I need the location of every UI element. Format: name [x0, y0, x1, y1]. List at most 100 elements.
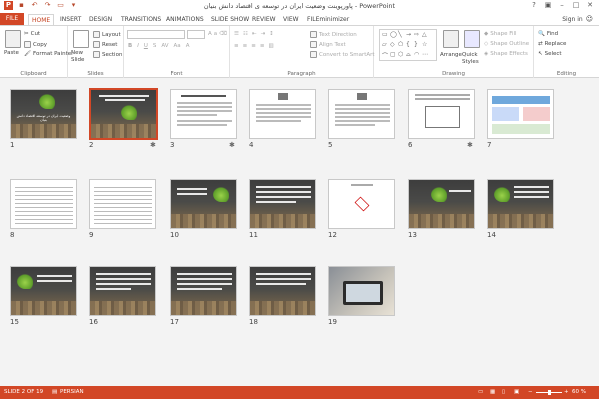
- slide-sorter-view-icon[interactable]: ▦: [490, 389, 495, 395]
- smiley-feedback-icon[interactable]: ☺: [586, 15, 593, 23]
- underline-icon[interactable]: U: [144, 43, 148, 49]
- copy-button[interactable]: Copy: [24, 41, 47, 48]
- quick-styles-button[interactable]: Quick Styles: [462, 52, 482, 66]
- coins-image: [11, 301, 76, 315]
- text-direction-icon: [310, 31, 317, 38]
- slide-thumbnail-2[interactable]: [89, 88, 158, 140]
- slide-thumbnail-7[interactable]: [487, 89, 554, 139]
- slide-thumbnail-15[interactable]: [10, 266, 77, 316]
- arrange-button[interactable]: Arrange: [440, 52, 462, 58]
- paste-button[interactable]: Paste: [4, 50, 19, 56]
- paste-icon: [5, 30, 21, 48]
- slide-thumbnail-11[interactable]: [249, 179, 316, 229]
- font-color-icon[interactable]: A: [186, 43, 190, 49]
- slide-number: 15: [10, 318, 19, 326]
- layout-button[interactable]: Layout: [93, 31, 121, 38]
- chart-block: [492, 124, 550, 134]
- slide-thumbnail-8[interactable]: [10, 179, 77, 229]
- slide-thumbnail-13[interactable]: [408, 179, 475, 229]
- tab-insert[interactable]: INSERT: [57, 14, 84, 25]
- slide-thumbnail-4[interactable]: [249, 89, 316, 139]
- change-case-icon[interactable]: Aa: [174, 43, 181, 49]
- slide-thumbnail-1[interactable]: وضعیت ایران در توسعه اقتصاد دانش بنیان: [10, 89, 77, 139]
- tab-home[interactable]: HOME: [28, 14, 55, 25]
- tab-view[interactable]: VIEW: [280, 14, 302, 25]
- line-spacing-icon[interactable]: ↕: [269, 31, 274, 37]
- tab-animations[interactable]: ANIMATIONS: [163, 14, 207, 25]
- font-name-combo[interactable]: [127, 30, 185, 39]
- text-direction-button[interactable]: Text Direction: [310, 31, 357, 38]
- shape-outline-button[interactable]: ◇ Shape Outline: [484, 41, 529, 47]
- bullets-icon[interactable]: ☰: [234, 31, 239, 37]
- zoom-slider-thumb[interactable]: [548, 390, 551, 395]
- language-status[interactable]: PERSIAN: [60, 389, 84, 395]
- slide-thumbnail-6[interactable]: [408, 89, 475, 139]
- tab-design[interactable]: DESIGN: [86, 14, 115, 25]
- section-button[interactable]: Section: [93, 51, 122, 58]
- shape-effects-button[interactable]: ◈ Shape Effects: [484, 51, 528, 57]
- bold-icon[interactable]: B: [128, 43, 132, 49]
- slide-thumbnail-5[interactable]: [328, 89, 395, 139]
- slide-number: 8: [10, 231, 15, 239]
- reading-view-icon[interactable]: ▯: [502, 389, 505, 395]
- maximize-icon[interactable]: □: [569, 0, 583, 11]
- sign-in-link[interactable]: Sign in: [562, 16, 582, 23]
- minimize-icon[interactable]: –: [555, 0, 569, 11]
- help-icon[interactable]: ?: [527, 0, 541, 11]
- shapes-gallery[interactable]: ▭ ◯ ╲ → ⇨ △ ▱ ◇ ⬠{} ☆ ⌒ ▢ ⬡ ⌓ ◠ ⋯: [379, 29, 437, 61]
- decrease-indent-icon[interactable]: ⇤: [252, 31, 257, 37]
- slide-thumbnail-12[interactable]: [328, 179, 395, 229]
- arrange-icon: [443, 30, 459, 48]
- close-icon[interactable]: ✕: [583, 0, 597, 11]
- grow-font-icon[interactable]: A: [208, 31, 212, 37]
- slide-thumbnail-9[interactable]: [89, 179, 156, 229]
- zoom-level[interactable]: 60 %: [572, 389, 586, 395]
- ribbon-display-icon[interactable]: ▣: [541, 0, 555, 11]
- cut-button[interactable]: ✂ Cut: [24, 31, 40, 37]
- tab-file[interactable]: FILE: [0, 13, 24, 25]
- font-size-combo[interactable]: [187, 30, 205, 39]
- slide-thumbnail-16[interactable]: [89, 266, 156, 316]
- find-button[interactable]: 🔍 Find: [538, 31, 558, 37]
- slideshow-view-icon[interactable]: ▣: [514, 389, 519, 395]
- tab-fileminimizer[interactable]: FILEminimizer: [304, 14, 352, 25]
- tab-slide-show[interactable]: SLIDE SHOW: [208, 14, 252, 25]
- slide-thumbnail-10[interactable]: [170, 179, 237, 229]
- align-center-icon[interactable]: ≡: [243, 43, 248, 49]
- numbering-icon[interactable]: ☷: [243, 31, 248, 37]
- slide-thumbnail-14[interactable]: [487, 179, 554, 229]
- slide-thumbnail-3[interactable]: [170, 89, 237, 139]
- char-spacing-icon[interactable]: AV: [161, 43, 168, 49]
- italic-icon[interactable]: I: [137, 43, 139, 49]
- columns-icon[interactable]: ▥: [268, 43, 273, 49]
- proofing-icon[interactable]: ▤: [52, 389, 57, 395]
- replace-button[interactable]: ⇄ Replace: [538, 41, 566, 47]
- slide-number: 17: [170, 318, 179, 326]
- slide-thumbnail-17[interactable]: [170, 266, 237, 316]
- shape-fill-button[interactable]: ◆ Shape Fill: [484, 31, 517, 37]
- window-title: پاورپوینت وضعیت ایران در توسعه ی اقتصاد …: [203, 2, 396, 10]
- convert-smartart-button[interactable]: Convert to SmartArt: [310, 51, 375, 58]
- tab-transitions[interactable]: TRANSITIONS: [118, 14, 164, 25]
- strikethrough-icon[interactable]: S: [153, 43, 157, 49]
- format-painter-button[interactable]: 🖌 Format Painter: [24, 51, 73, 57]
- align-right-icon[interactable]: ≡: [251, 43, 256, 49]
- zoom-out-icon[interactable]: −: [528, 389, 533, 395]
- tab-review[interactable]: REVIEW: [249, 14, 279, 25]
- slide-thumbnail-18[interactable]: [249, 266, 316, 316]
- select-button[interactable]: ↖ Select: [538, 51, 562, 57]
- align-left-icon[interactable]: ≡: [234, 43, 239, 49]
- new-slide-button[interactable]: New Slide: [71, 50, 91, 64]
- shrink-font-icon[interactable]: a: [214, 31, 217, 37]
- increase-indent-icon[interactable]: ⇥: [260, 31, 265, 37]
- zoom-in-icon[interactable]: +: [564, 389, 569, 395]
- align-text-button[interactable]: Align Text: [310, 41, 346, 48]
- chart-block: [523, 107, 550, 121]
- normal-view-icon[interactable]: ▭: [478, 389, 483, 395]
- justify-icon[interactable]: ≡: [260, 43, 265, 49]
- list-buttons: ☰ ☷ ⇤ ⇥ ↕: [234, 31, 274, 37]
- font-group-label: Font: [170, 71, 183, 77]
- reset-button[interactable]: Reset: [93, 41, 117, 48]
- slide-thumbnail-19[interactable]: [328, 266, 395, 316]
- clear-format-icon[interactable]: ⌫: [219, 31, 227, 37]
